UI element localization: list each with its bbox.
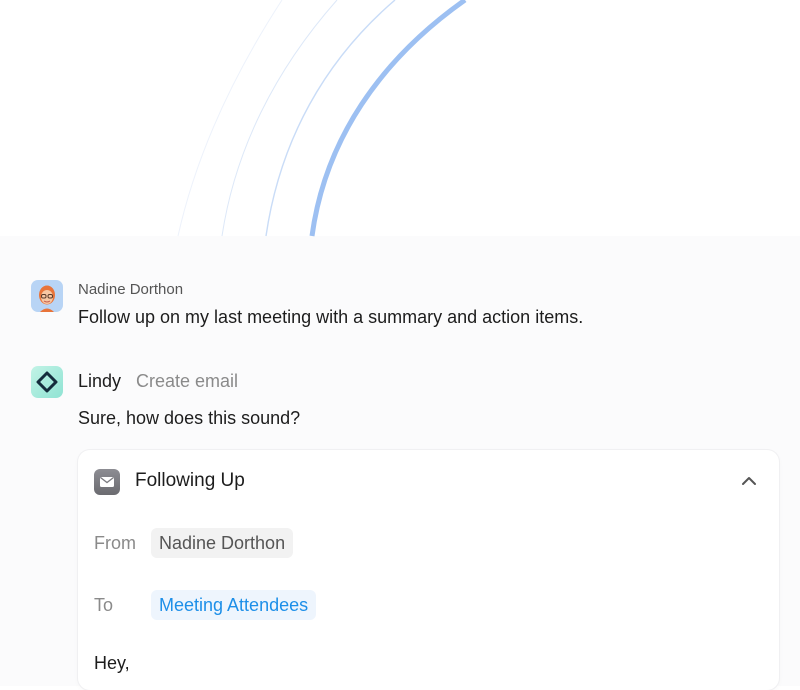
email-subject: Following Up (135, 470, 245, 491)
to-chip[interactable]: Meeting Attendees (151, 590, 317, 620)
email-card: Following Up From Nadine Dorthon To Meet… (78, 450, 779, 690)
hero-background (0, 0, 800, 236)
email-body[interactable]: Hey, (94, 653, 130, 674)
assistant-name: Lindy (78, 371, 122, 391)
to-label: To (94, 595, 114, 615)
lindy-logo-icon (31, 366, 63, 398)
chevron-up-icon[interactable] (741, 474, 757, 488)
sender-name: Nadine Dorthon (78, 281, 184, 298)
from-chip[interactable]: Nadine Dorthon (151, 528, 294, 558)
assistant-action: Create email (136, 371, 239, 391)
from-label: From (94, 533, 136, 553)
mail-icon (94, 469, 120, 495)
avatar (31, 280, 63, 312)
message-text: Sure, how does this sound? (78, 408, 301, 428)
message-text: Follow up on my last meeting with a summ… (78, 307, 584, 327)
